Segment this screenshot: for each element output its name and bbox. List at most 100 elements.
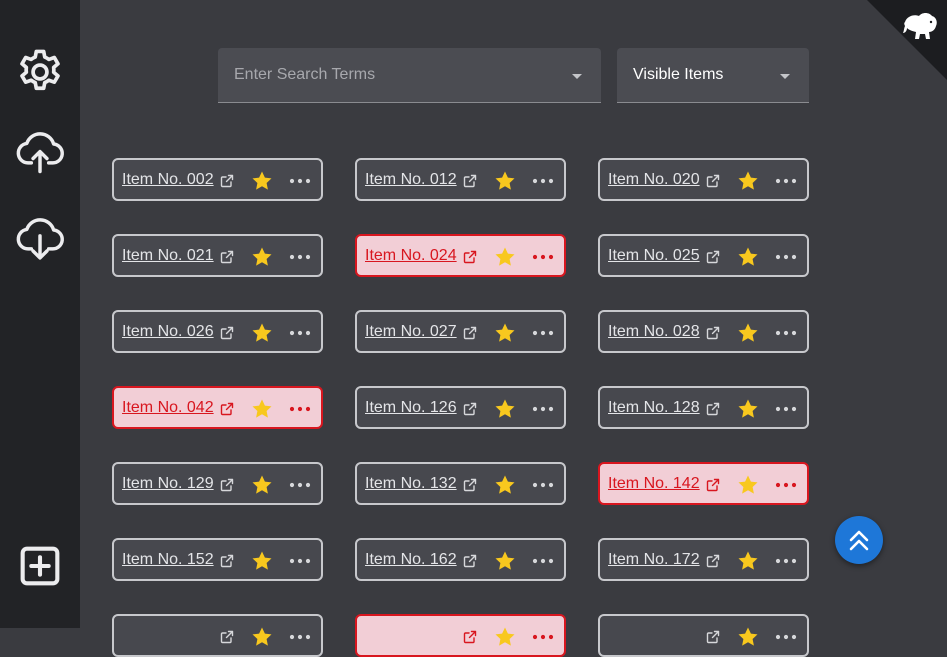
- item-link[interactable]: Item No. 142: [608, 475, 700, 493]
- more-options-icon[interactable]: [289, 634, 311, 640]
- plus-square-icon: [20, 546, 60, 586]
- item-link[interactable]: Item No. 021: [122, 247, 214, 265]
- external-link-icon: [463, 478, 477, 492]
- scroll-to-top-button[interactable]: [835, 516, 883, 564]
- item-link[interactable]: Item No. 162: [365, 551, 457, 569]
- item-link[interactable]: Item No. 002: [122, 171, 214, 189]
- favorite-star-icon[interactable]: [250, 169, 274, 193]
- item-link[interactable]: Item No. 028: [608, 323, 700, 341]
- gear-icon: [20, 49, 60, 91]
- item-link[interactable]: Item No. 026: [122, 323, 214, 341]
- favorite-star-icon[interactable]: [250, 473, 274, 497]
- item-link[interactable]: Item No. 172: [608, 551, 700, 569]
- external-link-icon: [706, 326, 720, 340]
- item-card: [355, 614, 566, 657]
- favorite-star-icon[interactable]: [493, 549, 517, 573]
- item-card: Item No. 126: [355, 386, 566, 429]
- item-link[interactable]: Item No. 129: [122, 475, 214, 493]
- more-options-icon[interactable]: [532, 482, 554, 488]
- external-link-icon: [463, 250, 477, 264]
- more-options-icon[interactable]: [289, 558, 311, 564]
- item-link[interactable]: Item No. 126: [365, 399, 457, 417]
- favorite-star-icon[interactable]: [736, 169, 760, 193]
- item-link[interactable]: Item No. 025: [608, 247, 700, 265]
- more-options-icon[interactable]: [289, 254, 311, 260]
- item-card: Item No. 152: [112, 538, 323, 581]
- main-content: Enter Search Terms Visible Items Item No…: [80, 0, 947, 657]
- item-card: Item No. 026: [112, 310, 323, 353]
- favorite-star-icon[interactable]: [250, 321, 274, 345]
- external-link-icon: [706, 554, 720, 568]
- more-options-icon[interactable]: [775, 178, 797, 184]
- item-card: Item No. 162: [355, 538, 566, 581]
- external-link-icon: [220, 326, 234, 340]
- more-options-icon[interactable]: [532, 330, 554, 336]
- item-card: Item No. 021: [112, 234, 323, 277]
- item-link[interactable]: Item No. 132: [365, 475, 457, 493]
- favorite-star-icon[interactable]: [736, 625, 760, 649]
- favorite-star-icon[interactable]: [493, 625, 517, 649]
- more-options-icon[interactable]: [775, 482, 797, 488]
- more-options-icon[interactable]: [532, 254, 554, 260]
- item-card: Item No. 012: [355, 158, 566, 201]
- upload-button[interactable]: [14, 126, 66, 178]
- more-options-icon[interactable]: [775, 254, 797, 260]
- corner-banner[interactable]: [867, 0, 947, 80]
- favorite-star-icon[interactable]: [493, 473, 517, 497]
- favorite-star-icon[interactable]: [736, 473, 760, 497]
- favorite-star-icon[interactable]: [493, 321, 517, 345]
- external-link-icon: [220, 478, 234, 492]
- favorite-star-icon[interactable]: [250, 549, 274, 573]
- item-link[interactable]: Item No. 042: [122, 399, 214, 417]
- favorite-star-icon[interactable]: [250, 625, 274, 649]
- more-options-icon[interactable]: [532, 558, 554, 564]
- download-button[interactable]: [14, 212, 66, 264]
- more-options-icon[interactable]: [289, 178, 311, 184]
- item-link[interactable]: Item No. 128: [608, 399, 700, 417]
- item-card: Item No. 142: [598, 462, 809, 505]
- more-options-icon[interactable]: [532, 178, 554, 184]
- favorite-star-icon[interactable]: [493, 169, 517, 193]
- add-item-button[interactable]: [14, 540, 66, 592]
- cloud-upload-icon: [16, 132, 64, 174]
- external-link-icon: [220, 554, 234, 568]
- settings-button[interactable]: [14, 46, 66, 98]
- item-card: Item No. 172: [598, 538, 809, 581]
- external-link-icon: [463, 326, 477, 340]
- favorite-star-icon[interactable]: [250, 397, 274, 421]
- item-link[interactable]: Item No. 012: [365, 171, 457, 189]
- more-options-icon[interactable]: [775, 330, 797, 336]
- more-options-icon[interactable]: [532, 406, 554, 412]
- external-link-icon: [220, 630, 234, 644]
- visibility-select-value: Visible Items: [633, 66, 724, 83]
- more-options-icon[interactable]: [532, 634, 554, 640]
- favorite-star-icon[interactable]: [493, 397, 517, 421]
- item-link[interactable]: Item No. 152: [122, 551, 214, 569]
- favorite-star-icon[interactable]: [736, 549, 760, 573]
- favorite-star-icon[interactable]: [250, 245, 274, 269]
- item-link[interactable]: Item No. 024: [365, 247, 457, 265]
- more-options-icon[interactable]: [775, 406, 797, 412]
- item-link[interactable]: Item No. 020: [608, 171, 700, 189]
- favorite-star-icon[interactable]: [493, 245, 517, 269]
- chevron-down-icon[interactable]: [572, 74, 582, 79]
- favorite-star-icon[interactable]: [736, 245, 760, 269]
- external-link-icon: [463, 174, 477, 188]
- more-options-icon[interactable]: [775, 634, 797, 640]
- more-options-icon[interactable]: [289, 330, 311, 336]
- item-card: Item No. 020: [598, 158, 809, 201]
- more-options-icon[interactable]: [289, 482, 311, 488]
- visibility-select[interactable]: Visible Items: [617, 48, 809, 103]
- more-options-icon[interactable]: [775, 558, 797, 564]
- double-chevron-up-icon: [849, 530, 869, 551]
- item-card: Item No. 129: [112, 462, 323, 505]
- favorite-star-icon[interactable]: [736, 321, 760, 345]
- item-card: Item No. 128: [598, 386, 809, 429]
- favorite-star-icon[interactable]: [736, 397, 760, 421]
- search-field[interactable]: Enter Search Terms: [218, 48, 601, 103]
- more-options-icon[interactable]: [289, 406, 311, 412]
- external-link-icon: [463, 630, 477, 644]
- item-card: [598, 614, 809, 657]
- item-card: Item No. 027: [355, 310, 566, 353]
- item-link[interactable]: Item No. 027: [365, 323, 457, 341]
